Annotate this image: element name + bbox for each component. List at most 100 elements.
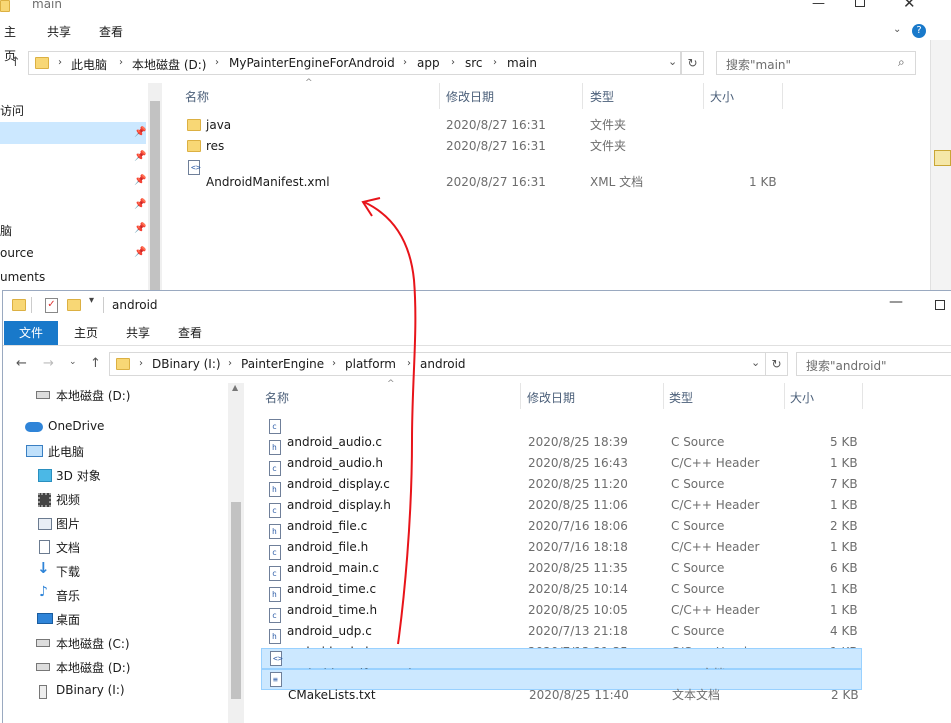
sidebar-item-drive-d[interactable]: 本地磁盘 (D:) — [56, 387, 130, 404]
pin-icon[interactable]: 📌 — [134, 151, 146, 162]
sidebar-item-onedrive[interactable]: OneDrive — [48, 419, 104, 433]
refresh-icon[interactable]: ↻ — [681, 51, 704, 75]
sidebar-item[interactable]: ource — [0, 246, 34, 260]
breadcrumb-item[interactable]: 本地磁盘 (D:) — [132, 56, 206, 73]
scroll-up-icon[interactable]: ▲ — [232, 383, 238, 392]
pin-icon[interactable]: 📌 — [134, 127, 146, 138]
sidebar-scrollbar[interactable]: ▲ — [228, 383, 244, 723]
breadcrumb-item[interactable]: DBinary (I:) — [152, 357, 221, 371]
minimize-button[interactable]: — — [812, 0, 825, 11]
search-input[interactable]: 搜索"main" ⌕ — [716, 51, 916, 75]
breadcrumb-item[interactable]: PainterEngine — [241, 357, 324, 371]
file-row[interactable]: java 2020/8/27 16:31 文件夹 — [180, 115, 780, 136]
scrollbar-thumb[interactable] — [231, 502, 241, 699]
up-arrow-icon[interactable]: ↑ — [90, 356, 101, 371]
sidebar-item-videos[interactable]: 视频 — [56, 491, 80, 508]
file-row[interactable]: res 2020/8/27 16:31 文件夹 — [180, 136, 780, 157]
tab-home[interactable]: 主页 — [69, 321, 103, 345]
file-row[interactable]: c android_display.c 2020/8/25 11:20 C Sourc… — [261, 459, 862, 491]
file-row[interactable]: c android_main.c 2020/8/25 11:35 C Source 6 … — [261, 543, 862, 575]
column-header-date[interactable]: 修改日期 — [446, 88, 494, 105]
file-row[interactable]: h android_time.h 2020/8/25 10:05 C/C++ Head… — [261, 585, 862, 617]
pin-icon[interactable]: 📌 — [134, 199, 146, 210]
close-button[interactable]: ✕ — [903, 0, 916, 12]
column-divider[interactable] — [784, 383, 785, 409]
properties-icon[interactable]: ✓ — [45, 298, 58, 313]
sidebar-item[interactable]: 访问 — [0, 102, 24, 119]
pin-icon[interactable]: 📌 — [134, 175, 146, 186]
file-row[interactable]: c android_file.c 2020/7/16 18:06 C Source 2 … — [261, 501, 862, 533]
column-divider[interactable] — [782, 83, 783, 109]
breadcrumb-item[interactable]: android — [420, 357, 466, 371]
sidebar-scrollbar[interactable] — [148, 83, 162, 292]
refresh-icon[interactable]: ↻ — [765, 352, 788, 376]
search-input[interactable]: 搜索"android" — [796, 352, 951, 376]
pin-icon[interactable]: 📌 — [134, 223, 146, 234]
sidebar-item-3d[interactable]: 3D 对象 — [56, 467, 101, 484]
tab-view[interactable]: 查看 — [96, 20, 126, 44]
sidebar-item-dbinary[interactable]: DBinary (I:) — [56, 683, 125, 697]
maximize-button[interactable] — [855, 0, 865, 7]
column-divider[interactable] — [703, 83, 704, 109]
chevron-down-icon[interactable]: ⌄ — [751, 356, 760, 369]
sidebar-item-downloads[interactable]: 下载 — [56, 563, 80, 580]
tab-share[interactable]: 共享 — [44, 20, 74, 44]
breadcrumb-item[interactable]: app — [417, 56, 440, 70]
forward-arrow-icon[interactable]: → — [43, 356, 54, 371]
breadcrumb-item[interactable]: 此电脑 — [71, 56, 107, 73]
column-header-size[interactable]: 大小 — [710, 88, 734, 105]
chevron-down-icon[interactable]: ⌄ — [668, 55, 677, 68]
breadcrumb-item[interactable]: platform — [345, 357, 396, 371]
file-row[interactable]: h android_display.h 2020/8/25 11:06 C/C++ H… — [261, 480, 862, 512]
sidebar-item-drive-c[interactable]: 本地磁盘 (C:) — [56, 635, 130, 652]
file-row[interactable]: c android_udp.c 2020/7/13 21:18 C Source 4 K… — [261, 606, 862, 638]
file-row[interactable]: handroid_udp.h2020/7/13 21:35C/C++ Heade… — [261, 627, 862, 659]
tab-home[interactable]: 主页 — [0, 20, 20, 63]
quick-access-dropdown-icon[interactable]: ▾ — [89, 295, 94, 306]
column-divider[interactable] — [520, 383, 521, 409]
column-divider[interactable] — [862, 383, 863, 409]
sidebar-item-drive-d[interactable]: 本地磁盘 (D:) — [56, 659, 130, 676]
back-arrow-icon[interactable]: ← — [16, 356, 27, 371]
sidebar-item-desktop[interactable]: 桌面 — [56, 611, 80, 628]
file-row[interactable]: c android_time.c 2020/8/25 10:14 C Source 1 … — [261, 564, 862, 596]
file-row[interactable]: h android_file.h 2020/7/16 18:18 C/C++ Head… — [261, 522, 862, 554]
tab-file[interactable]: 文件 — [4, 321, 58, 345]
tab-view[interactable]: 查看 — [173, 321, 207, 345]
breadcrumb-item[interactable]: src — [465, 56, 483, 70]
sidebar-item-this-pc[interactable]: 此电脑 — [48, 443, 84, 460]
address-bar[interactable]: › 此电脑 › 本地磁盘 (D:) › MyPainterEngineForAn… — [28, 51, 681, 75]
new-folder-icon[interactable] — [67, 299, 81, 311]
file-row[interactable]: c android_audio.c 2020/8/25 18:39 C Source 5… — [261, 417, 862, 449]
help-icon[interactable]: ? — [912, 24, 926, 38]
pin-icon[interactable]: 📌 — [134, 247, 146, 258]
file-row[interactable]: <> AndroidManifest.xml 2020/8/27 16:31 X… — [180, 157, 780, 189]
column-header-name[interactable]: 名称 — [185, 88, 209, 105]
column-divider[interactable] — [439, 83, 440, 109]
file-row[interactable]: h android_audio.h 2020/8/25 16:43 C/C++ Hea… — [261, 438, 862, 470]
column-header-date[interactable]: 修改日期 — [527, 389, 575, 406]
tab-share[interactable]: 共享 — [121, 321, 155, 345]
column-header-size[interactable]: 大小 — [790, 389, 814, 406]
up-arrow-icon[interactable]: ↑ — [10, 55, 21, 70]
sidebar-item[interactable]: 脑 — [0, 222, 12, 239]
file-row[interactable]: ≡ CMakeLists.txt 2020/8/25 11:40 文本文档 2 KB — [261, 669, 862, 702]
breadcrumb-item[interactable]: MyPainterEngineForAndroid — [229, 56, 395, 70]
address-bar[interactable]: › DBinary (I:) › PainterEngine › platfor… — [109, 352, 766, 376]
maximize-button[interactable] — [935, 300, 945, 310]
column-header-type[interactable]: 类型 — [669, 389, 693, 406]
scrollbar-thumb[interactable] — [150, 101, 160, 292]
sidebar-item[interactable]: uments — [0, 270, 45, 284]
column-header-name[interactable]: 名称 — [265, 389, 289, 406]
file-row[interactable]: <>AndroidManifest.xml2020/7/23 21:04XML … — [261, 648, 862, 681]
sidebar-item-music[interactable]: 音乐 — [56, 587, 80, 604]
sidebar-item-pictures[interactable]: 图片 — [56, 515, 80, 532]
minimize-button[interactable]: — — [889, 294, 903, 310]
column-header-type[interactable]: 类型 — [590, 88, 614, 105]
sidebar-item-documents[interactable]: 文档 — [56, 539, 80, 556]
sidebar-item-selected[interactable] — [0, 122, 146, 144]
recent-locations-icon[interactable]: ⌄ — [69, 357, 77, 367]
ribbon-expand-icon[interactable]: ⌄ — [893, 24, 901, 35]
column-divider[interactable] — [663, 383, 664, 409]
breadcrumb-item[interactable]: main — [507, 56, 537, 70]
